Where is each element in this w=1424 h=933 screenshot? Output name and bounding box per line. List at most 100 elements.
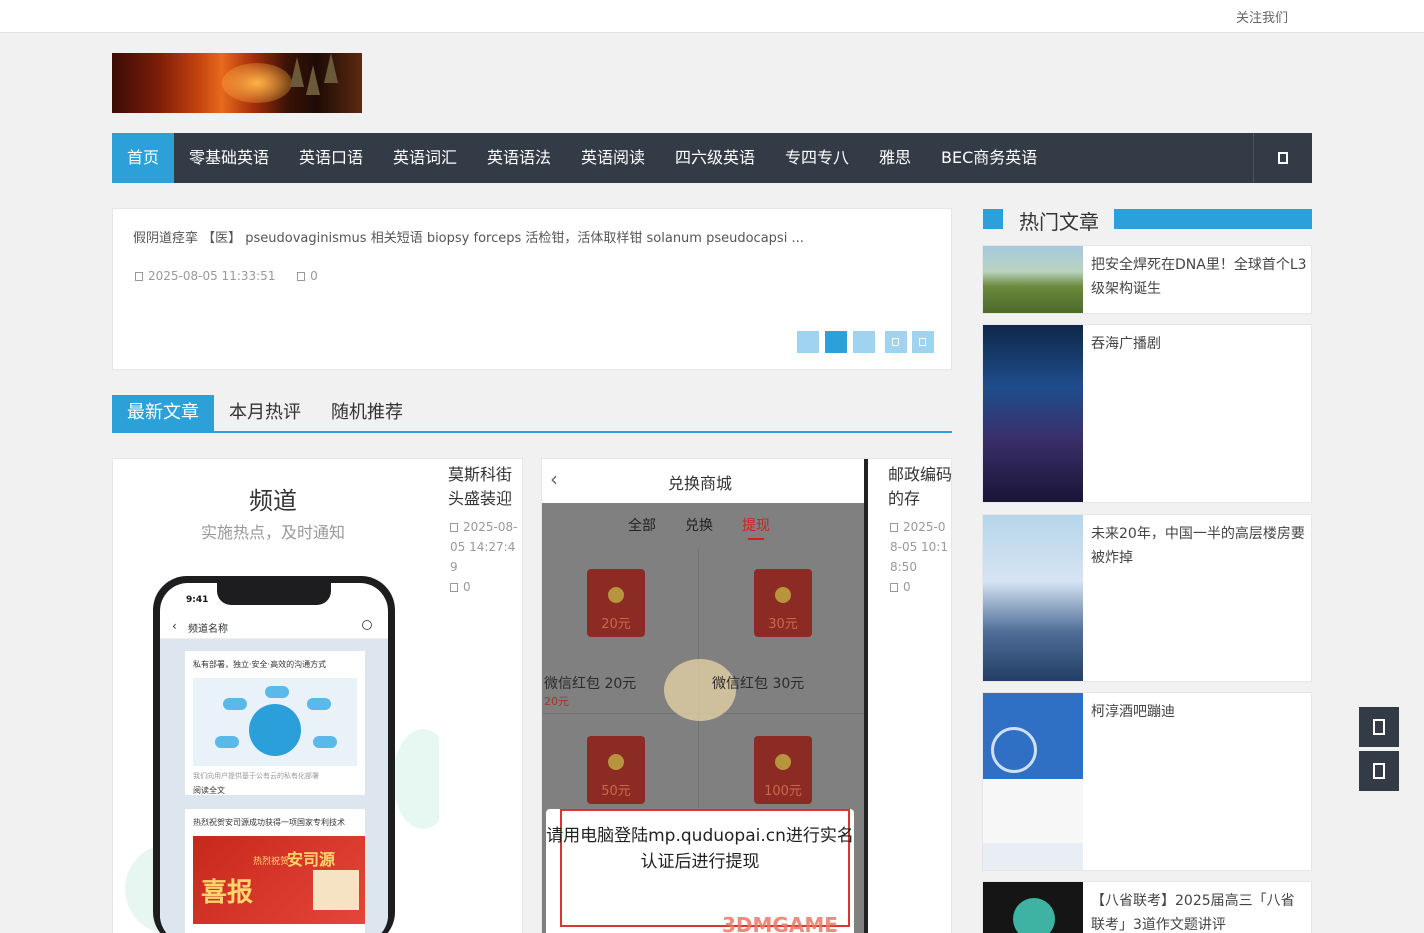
app-screen-footer	[983, 843, 1083, 870]
thumb-heading: 频道	[249, 487, 297, 515]
hot-article-title[interactable]: 未来20年，中国一半的高层楼房要被炸掉	[1091, 522, 1307, 570]
comment-icon	[297, 272, 306, 281]
site-logo[interactable]	[112, 53, 362, 113]
follow-us-link[interactable]: 关注我们	[1236, 7, 1288, 26]
nav-search-button[interactable]	[1253, 133, 1312, 183]
top-bar: 关注我们	[0, 0, 1424, 33]
app-tab-indicator	[748, 538, 764, 540]
slider-prev-button[interactable]	[885, 331, 907, 353]
nav-item-cet[interactable]: 四六级英语	[675, 133, 755, 183]
article-meta: 2025-08-05 10:18:50 0	[890, 517, 951, 597]
article-card[interactable]: 频道 实施热点，及时通知 9:41 ‹ 频道名称 私有部署，独立·安全·高效的沟…	[112, 458, 523, 933]
slide-comments: 0	[310, 269, 318, 283]
nav-item-reading[interactable]: 英语阅读	[581, 133, 645, 183]
logo-spike	[290, 57, 304, 87]
nav-item-grammar[interactable]: 英语语法	[487, 133, 551, 183]
certificate-image	[313, 870, 359, 910]
slider-next-button[interactable]	[912, 331, 934, 353]
phone-panel: 热烈祝贺安司源成功获得一项国家专利技术 热烈祝贺 安司源 喜报	[185, 809, 365, 933]
slider-dot[interactable]	[797, 331, 819, 353]
banner-text: 热烈祝贺	[253, 857, 290, 867]
panel-note: 我们向用户提供基于公有云的私有化部署	[193, 772, 319, 780]
nav-item-beginner-english[interactable]: 零基础英语	[189, 133, 269, 183]
article-meta: 2025-08-05 14:27:49 0	[450, 517, 520, 597]
article-comments: 0	[903, 580, 911, 594]
envelope-coin	[608, 754, 624, 770]
article-comments: 0	[463, 580, 471, 594]
banner-big-text: 喜报	[201, 878, 254, 908]
item-label: 微信红包 20元	[544, 676, 637, 692]
cloud-node	[307, 698, 331, 710]
nav-item-home[interactable]: 首页	[112, 133, 174, 183]
hot-article-item[interactable]: 未来20年，中国一半的高层楼房要被炸掉	[982, 514, 1312, 682]
hot-article-thumbnail[interactable]	[983, 246, 1083, 313]
hot-article-thumbnail[interactable]	[983, 882, 1083, 933]
hot-article-item[interactable]: 吞海广播剧	[982, 324, 1312, 503]
back-to-top-button[interactable]	[1359, 751, 1399, 791]
envelope-coin	[775, 587, 791, 603]
nav-item-spoken-english[interactable]: 英语口语	[299, 133, 363, 183]
red-envelope-icon: 30元	[754, 569, 812, 637]
envelope-coin	[775, 754, 791, 770]
dialog-message: 请用电脑登陆mp.quduopai.cn进行实名认证后进行提现	[546, 826, 854, 872]
featured-slider: 假阴道痉挛 【医】 pseudovaginismus 相关短语 biopsy f…	[112, 208, 952, 370]
article-thumbnail[interactable]: ‹ 兑换商城 全部 兑换 提现 20元 30元 50元 100元 微信红包 20…	[542, 459, 868, 933]
article-thumbnail[interactable]: 频道 实施热点，及时通知 9:41 ‹ 频道名称 私有部署，独立·安全·高效的沟…	[113, 459, 439, 933]
article-date: 2025-08-05 10:18:50	[890, 520, 948, 574]
app-header: ‹ 兑换商城	[542, 459, 868, 503]
clock-icon	[890, 523, 898, 532]
qrcode-icon	[1373, 719, 1385, 735]
hot-article-title[interactable]: 吞海广播剧	[1091, 332, 1307, 356]
nav-item-ielts[interactable]: 雅思	[879, 133, 911, 183]
slider-dot-active[interactable]	[825, 331, 847, 353]
envelope-value: 20元	[601, 617, 631, 632]
hot-articles-header: 热门文章	[983, 206, 1312, 234]
cloud-node	[215, 736, 239, 748]
hot-article-item[interactable]: 把安全焊死在DNA里！全球首个L3级架构诞生	[982, 245, 1312, 314]
logo-fire	[222, 63, 292, 103]
panel-title: 热烈祝贺安司源成功获得一项国家专利技术	[193, 818, 345, 827]
hot-article-item[interactable]: 【八省联考】2025届高三「八省联考」3道作文题讲评	[982, 881, 1312, 933]
thumb-subheading: 实施热点，及时通知	[200, 523, 345, 542]
main-nav: 首页 零基础英语 英语口语 英语词汇 英语语法 英语阅读 四六级英语 专四专八 …	[112, 133, 1312, 183]
hot-article-thumbnail[interactable]	[983, 515, 1083, 681]
article-card[interactable]: ‹ 兑换商城 全部 兑换 提现 20元 30元 50元 100元 微信红包 20…	[541, 458, 952, 933]
phone-screen: 9:41 ‹ 频道名称 私有部署，独立·安全·高效的沟通方式 我们向用户提供基于…	[160, 583, 388, 933]
slide-meta: 2025-08-05 11:33:51 0	[135, 269, 318, 283]
cloud-core	[249, 704, 301, 756]
article-title[interactable]: 邮政编码的存	[888, 463, 951, 511]
envelope-coin	[608, 587, 624, 603]
header-bar	[1114, 209, 1312, 229]
slider-dot[interactable]	[853, 331, 875, 353]
red-envelope-icon: 20元	[587, 569, 645, 637]
phone-mockup: 9:41 ‹ 频道名称 私有部署，独立·安全·高效的沟通方式 我们向用户提供基于…	[153, 576, 395, 933]
nav-item-tem[interactable]: 专四专八	[785, 133, 849, 183]
envelope-value: 100元	[764, 784, 802, 799]
hot-article-item[interactable]: 柯淳酒吧蹦迪	[982, 692, 1312, 871]
tab-random[interactable]: 随机推荐	[331, 395, 403, 431]
back-icon: ‹	[172, 619, 177, 633]
logo-spike	[324, 53, 338, 83]
tab-monthly-hot[interactable]: 本月热评	[229, 395, 301, 431]
envelope-value: 30元	[768, 617, 798, 632]
watermark-text: 3DMGAME	[722, 913, 838, 933]
hot-article-thumbnail[interactable]	[983, 325, 1083, 502]
article-title[interactable]: 莫斯科街头盛装迎	[448, 463, 518, 511]
phone-time: 9:41	[186, 595, 209, 605]
screenshot-edge	[864, 459, 868, 933]
nav-item-vocabulary[interactable]: 英语词汇	[393, 133, 457, 183]
hot-article-thumbnail[interactable]	[983, 693, 1083, 870]
hot-article-title[interactable]: 柯淳酒吧蹦迪	[1091, 700, 1307, 724]
qrcode-button[interactable]	[1359, 707, 1399, 747]
app-tab: 全部	[628, 518, 656, 534]
slide-text[interactable]: 假阴道痉挛 【医】 pseudovaginismus 相关短语 biopsy f…	[133, 227, 933, 246]
gauge-ring	[991, 727, 1037, 773]
comment-icon	[450, 583, 458, 592]
header-marker	[983, 209, 1003, 229]
hot-article-title[interactable]: 【八省联考】2025届高三「八省联考」3道作文题讲评	[1091, 889, 1307, 933]
app-title: 兑换商城	[667, 474, 732, 493]
tab-latest[interactable]: 最新文章	[112, 395, 214, 431]
hot-article-title[interactable]: 把安全焊死在DNA里！全球首个L3级架构诞生	[1091, 253, 1307, 301]
nav-item-bec[interactable]: BEC商务英语	[941, 133, 1037, 183]
item-label: 微信红包 30元	[712, 676, 805, 692]
